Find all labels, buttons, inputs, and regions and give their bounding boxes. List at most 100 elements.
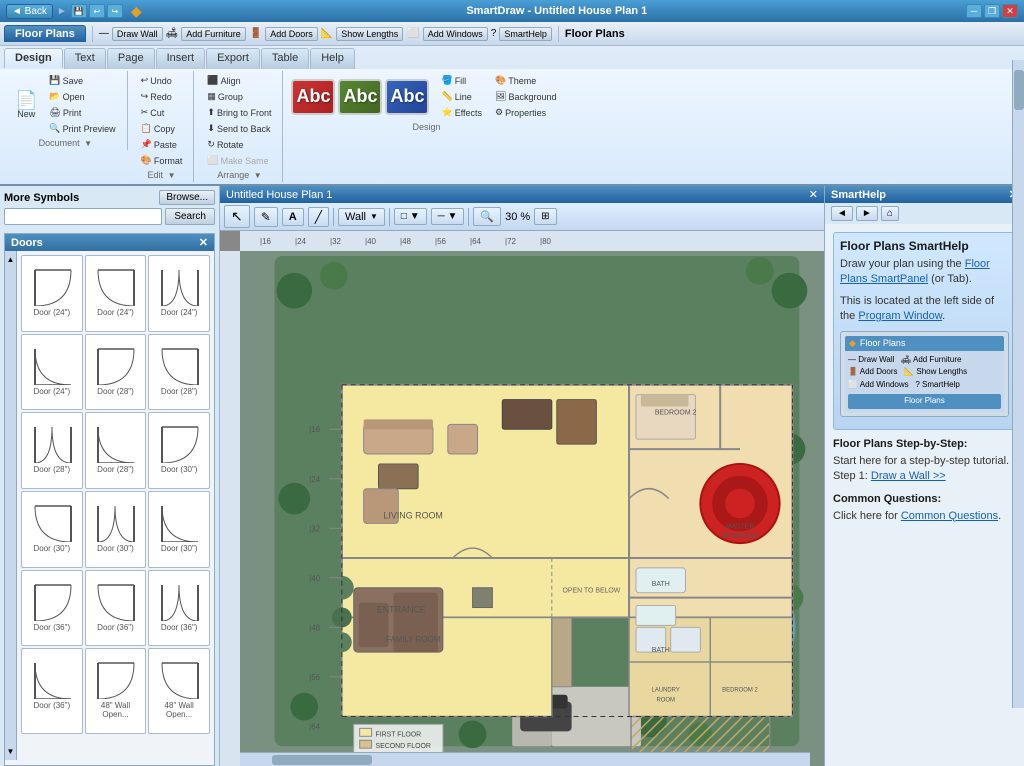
new-button[interactable]: 📄 New xyxy=(10,88,42,122)
door-item[interactable]: Door (28") xyxy=(85,334,147,411)
tab-insert[interactable]: Insert xyxy=(156,48,206,69)
door-item[interactable]: 48" Wall Open... xyxy=(85,648,147,734)
program-window-link[interactable]: Program Window xyxy=(858,310,942,322)
smartpanel-link[interactable]: Floor Plans SmartPanel xyxy=(840,258,990,285)
abc-button-green[interactable]: Abc xyxy=(338,79,382,115)
paste-button[interactable]: 📌 Paste xyxy=(136,137,188,152)
print-button[interactable]: 🖨 Print xyxy=(44,105,120,120)
tab-table[interactable]: Table xyxy=(261,48,309,69)
properties-button[interactable]: ⚙ Properties xyxy=(490,105,561,120)
door-item[interactable]: Door (28") xyxy=(21,412,83,489)
properties-icon: ⚙ xyxy=(495,107,503,118)
door-item[interactable]: Door (24") xyxy=(85,255,147,332)
smarthelp-section-title: Floor Plans SmartHelp xyxy=(840,239,1009,253)
line-style-dropdown[interactable]: ─ ▼ xyxy=(431,208,465,225)
zoom-out[interactable]: 🔍 xyxy=(473,207,501,226)
open-button[interactable]: 📂 Open xyxy=(44,89,120,104)
scroll-up-btn[interactable]: ▲ xyxy=(7,255,15,264)
door-item[interactable]: Door (28") xyxy=(85,412,147,489)
send-back-button[interactable]: ⬇ Send to Back xyxy=(202,121,276,136)
floor-plan-svg[interactable]: LIVING ROOM BEDROOM 2 MASTER BEDROOM ENT… xyxy=(240,251,824,766)
wall-dropdown[interactable]: Wall ▼ xyxy=(338,208,385,226)
cut-button[interactable]: ✂ Cut xyxy=(136,105,188,120)
add-furniture-icon: 🛋 xyxy=(166,28,179,39)
door-item[interactable]: 48" Wall Open... xyxy=(148,648,210,734)
bring-front-button[interactable]: ⬆ Bring to Front xyxy=(202,105,276,120)
show-lengths-btn[interactable]: Show Lengths xyxy=(336,27,403,41)
abc-button-blue[interactable]: Abc xyxy=(385,79,429,115)
redo-button[interactable]: ↪ Redo xyxy=(136,89,188,104)
forward-button[interactable]: ► xyxy=(57,6,67,17)
close-button[interactable]: ✕ xyxy=(1002,4,1018,18)
save-button[interactable]: 💾 Save xyxy=(44,73,120,88)
svg-text:BATH: BATH xyxy=(652,647,670,654)
tab-design[interactable]: Design xyxy=(4,48,63,69)
minimize-button[interactable]: ─ xyxy=(966,4,982,18)
background-button[interactable]: 🖼 Background xyxy=(490,89,561,104)
door-item[interactable]: Door (30") xyxy=(148,491,210,568)
theme-button[interactable]: 🎨 Theme xyxy=(490,73,561,88)
shape-dropdown[interactable]: □ ▼ xyxy=(394,208,427,225)
smarthelp-back-btn[interactable]: ◄ xyxy=(831,206,853,221)
svg-text:|72: |72 xyxy=(505,237,517,246)
fill-button[interactable]: 🪣 Fill xyxy=(436,73,487,88)
tab-text[interactable]: Text xyxy=(64,48,106,69)
smarthelp-home-btn[interactable]: ⌂ xyxy=(881,206,899,221)
common-questions-link[interactable]: Common Questions xyxy=(901,510,998,522)
door-item[interactable]: Door (30") xyxy=(85,491,147,568)
add-windows-btn[interactable]: Add Windows xyxy=(423,27,488,41)
search-button[interactable]: Search xyxy=(165,208,215,225)
svg-text:BEDROOM 2: BEDROOM 2 xyxy=(722,688,758,694)
open-icon: 📂 xyxy=(49,91,60,102)
add-doors-btn[interactable]: Add Doors xyxy=(265,27,318,41)
format-button[interactable]: 🎨 Format xyxy=(136,153,188,168)
select-tool[interactable]: ↖ xyxy=(224,205,250,228)
copy-button[interactable]: 📋 Copy xyxy=(136,121,188,136)
add-furniture-btn[interactable]: Add Furniture xyxy=(181,27,246,41)
floor-plans-nav: Floor Plans — Draw Wall 🛋 Add Furniture … xyxy=(0,22,1024,46)
tab-export[interactable]: Export xyxy=(206,48,260,69)
restore-button[interactable]: ❐ xyxy=(984,4,1000,18)
line-button[interactable]: 📏 Line xyxy=(436,89,487,104)
door-item[interactable]: Door (36") xyxy=(21,570,83,647)
group-button[interactable]: ▦ Group xyxy=(202,89,276,104)
smarthelp-scrollbar[interactable] xyxy=(1014,70,1024,110)
doors-close-icon[interactable]: ✕ xyxy=(199,236,208,249)
tab-help[interactable]: Help xyxy=(310,48,355,69)
smarthelp-forward-btn[interactable]: ► xyxy=(856,206,878,221)
door-item[interactable]: Door (24") xyxy=(148,255,210,332)
door-item[interactable]: Door (36") xyxy=(21,648,83,734)
app-logo: ◆ xyxy=(131,3,142,20)
document-buttons: 📄 New 💾 Save 📂 Open 🖨 Print 🔍 Print Prev… xyxy=(10,73,121,136)
floor-plans-tab[interactable]: Floor Plans xyxy=(4,25,86,42)
door-item[interactable]: Door (30") xyxy=(21,491,83,568)
door-item[interactable]: Door (24") xyxy=(21,255,83,332)
canvas-close-icon[interactable]: ✕ xyxy=(809,188,818,201)
scroll-down-btn[interactable]: ▼ xyxy=(7,747,15,756)
rotate-button[interactable]: ↻ Rotate xyxy=(202,137,276,152)
door-item[interactable]: Door (28") xyxy=(148,334,210,411)
zoom-controls[interactable]: ⊞ xyxy=(534,208,556,225)
make-same-button[interactable]: ⬜ Make Same xyxy=(202,153,276,168)
svg-text:BEDROOM 2: BEDROOM 2 xyxy=(655,409,697,416)
search-input[interactable] xyxy=(4,208,162,225)
lasso-tool[interactable]: ✎ xyxy=(254,207,278,227)
print-preview-button[interactable]: 🔍 Print Preview xyxy=(44,121,120,136)
line-tool[interactable]: ╱ xyxy=(308,207,329,227)
tab-page[interactable]: Page xyxy=(107,48,155,69)
door-item[interactable]: Door (36") xyxy=(148,570,210,647)
undo-button[interactable]: ↩ Undo xyxy=(136,73,188,88)
door-item[interactable]: Door (30") xyxy=(148,412,210,489)
abc-button-red[interactable]: Abc xyxy=(291,79,335,115)
draw-wall-link[interactable]: Draw a Wall >> xyxy=(871,470,946,482)
effects-button[interactable]: ⭐ Effects xyxy=(436,105,487,120)
door-item[interactable]: Door (36") xyxy=(85,570,147,647)
align-button[interactable]: ⬛ Align xyxy=(202,73,276,88)
horizontal-scrollbar[interactable] xyxy=(240,752,810,766)
back-button[interactable]: ◄ Back xyxy=(6,4,53,19)
door-item[interactable]: Door (24") xyxy=(21,334,83,411)
smarthelp-nav-btn[interactable]: SmartHelp xyxy=(499,27,552,41)
text-tool[interactable]: A xyxy=(282,208,304,226)
draw-wall-btn[interactable]: Draw Wall xyxy=(112,27,163,41)
browse-button[interactable]: Browse... xyxy=(159,190,215,205)
